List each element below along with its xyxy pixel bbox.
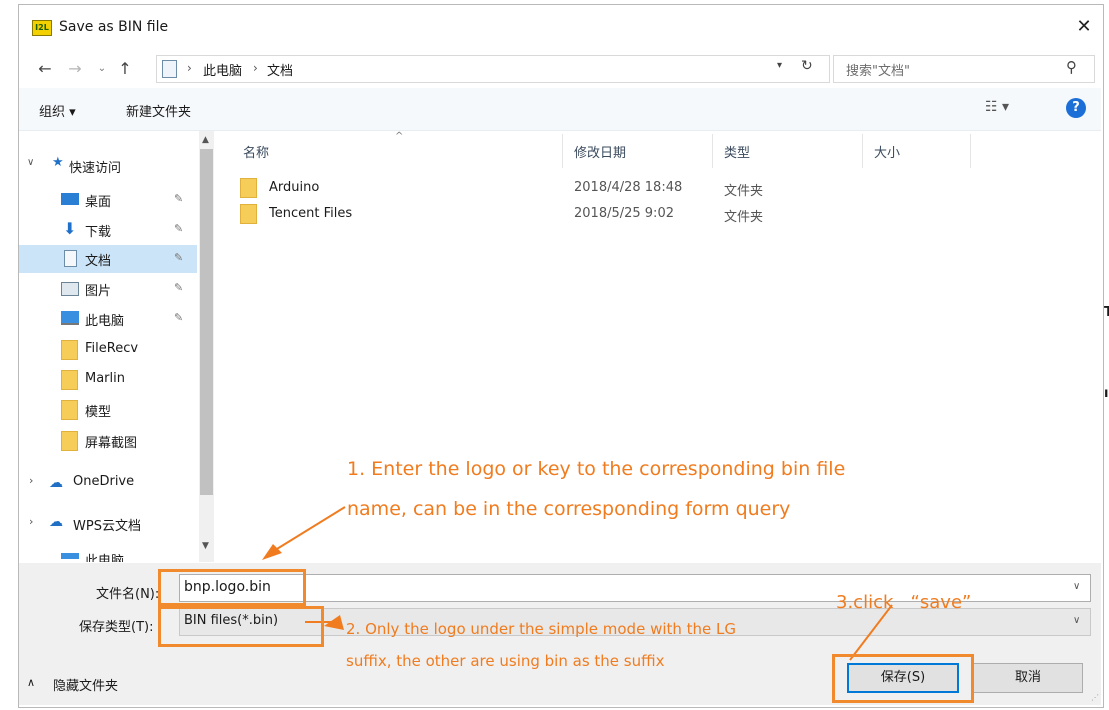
highlight-filename [158,569,306,606]
annotation-step1-line1: 1. Enter the logo or key to the correspo… [347,458,846,480]
arrow-step1-line [271,506,346,553]
background-window-fragment: ı [1104,386,1109,401]
annotation-step2-line1: 2. Only the logo under the simple mode w… [346,620,737,638]
background-window-fragment: T [1104,305,1109,320]
highlight-save-button [832,654,974,703]
annotation-step1-line2: name, can be in the corresponding form q… [347,498,791,520]
highlight-filetype [158,606,324,647]
annotation-step2-line2: suffix, the other are using bin as the s… [346,652,665,670]
arrow-step3-line [849,604,893,661]
annotation-step3: 3.click “save” [836,592,972,613]
arrow-step1-head [262,544,282,560]
